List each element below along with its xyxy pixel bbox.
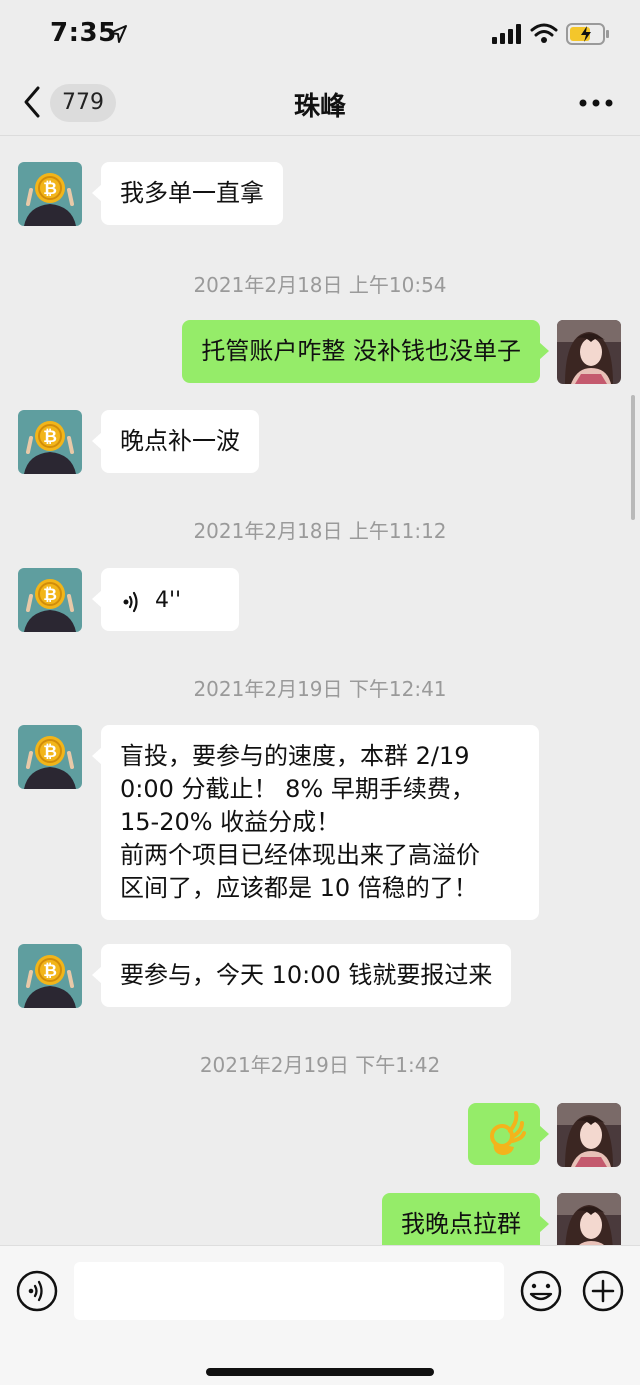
emoji-icon[interactable] (520, 1270, 562, 1312)
more-options-icon[interactable] (578, 98, 614, 108)
user-portrait-icon (557, 320, 621, 384)
user-avatar[interactable] (557, 1103, 621, 1167)
svg-text:₿: ₿ (43, 742, 57, 762)
user-portrait-icon (557, 1103, 621, 1167)
contact-avatar[interactable]: ₿ (18, 944, 82, 1008)
home-indicator (206, 1368, 434, 1376)
message-list[interactable]: ₿ 我多单一直拿 2021年2月18日 上午10:54 托管账户咋整 没补钱也没… (0, 137, 640, 1245)
message-row-incoming: ₿ 盲投，要参与的速度，本群 2/19 0:00 分截止！ 8% 早期手续费， … (0, 725, 640, 920)
message-row-incoming: ₿ 晚点补一波 (0, 410, 640, 480)
voice-input-toggle-icon[interactable] (16, 1270, 58, 1312)
message-input[interactable] (74, 1262, 504, 1320)
message-bubble[interactable]: 晚点补一波 (92, 410, 259, 473)
input-bar (0, 1245, 640, 1385)
bitcoin-avatar-icon: ₿ (18, 162, 82, 226)
message-bubble[interactable]: 要参与，今天 10:00 钱就要报过来 (91, 944, 512, 1007)
timestamp: 2021年2月18日 上午11:12 (193, 519, 447, 543)
timestamp: 2021年2月19日 下午1:42 (199, 1053, 441, 1077)
contact-avatar[interactable]: ₿ (18, 725, 82, 789)
plus-icon[interactable] (582, 1270, 624, 1312)
status-time: 7:35 (50, 18, 117, 48)
battery-charging-icon (566, 23, 609, 45)
message-row-outgoing: 托管账户咋整 没补钱也没单子 (0, 320, 640, 390)
message-bubble[interactable]: 盲投，要参与的速度，本群 2/19 0:00 分截止！ 8% 早期手续费， 15… (92, 725, 539, 920)
contact-avatar[interactable]: ₿ (18, 568, 82, 632)
chat-header: 779 珠峰 (0, 70, 640, 136)
message-bubble[interactable]: 托管账户咋整 没补钱也没单子 (182, 320, 549, 383)
contact-avatar[interactable]: ₿ (18, 162, 82, 226)
message-line: 0:00 分截止！ 8% 早期手续费， (120, 775, 475, 803)
message-bubble[interactable]: 我晚点拉群 (382, 1193, 549, 1245)
cellular-signal-icon (492, 24, 521, 44)
timestamp: 2021年2月18日 上午10:54 (193, 273, 447, 297)
timestamp: 2021年2月19日 下午12:41 (193, 677, 447, 701)
message-row-incoming: ₿ 要参与，今天 10:00 钱就要报过来 (0, 944, 640, 1014)
svg-text:₿: ₿ (43, 961, 57, 981)
message-row-incoming: ₿ 我多单一直拿 (0, 162, 640, 232)
user-portrait-icon (557, 1193, 621, 1245)
ok-hand-emoji-icon (490, 1111, 526, 1155)
chat-title: 珠峰 (293, 92, 346, 122)
message-line: 盲投，要参与的速度，本群 2/19 (120, 742, 470, 770)
svg-text:₿: ₿ (43, 179, 57, 199)
svg-text:₿: ₿ (43, 585, 57, 605)
status-bar: 7:35 (0, 0, 640, 70)
bitcoin-avatar-icon: ₿ (18, 410, 82, 474)
bitcoin-avatar-icon: ₿ (18, 568, 82, 632)
location-arrow-icon (109, 25, 127, 43)
message-row-incoming: ₿ 4'' (0, 568, 640, 638)
wifi-icon (530, 23, 558, 43)
message-line: 前两个项目已经体现出来了高溢价 (120, 841, 480, 869)
voice-message-bubble[interactable]: 4'' (92, 568, 239, 631)
message-row-outgoing: 我晚点拉群 (0, 1193, 640, 1245)
bitcoin-avatar-icon: ₿ (18, 944, 82, 1008)
emoji-message-bubble[interactable] (468, 1103, 549, 1165)
contact-avatar[interactable]: ₿ (18, 410, 82, 474)
message-line: 15-20% 收益分成！ (120, 808, 341, 836)
user-avatar[interactable] (557, 320, 621, 384)
voice-wave-icon (123, 591, 138, 613)
voice-duration: 4'' (155, 588, 182, 613)
user-avatar[interactable] (557, 1193, 621, 1245)
svg-text:₿: ₿ (43, 427, 57, 447)
message-bubble[interactable]: 我多单一直拿 (92, 162, 283, 225)
scrollbar[interactable] (631, 395, 635, 520)
message-row-outgoing (0, 1103, 640, 1173)
message-line: 区间了，应该都是 10 倍稳的了！ (120, 874, 478, 902)
bitcoin-avatar-icon: ₿ (18, 725, 82, 789)
